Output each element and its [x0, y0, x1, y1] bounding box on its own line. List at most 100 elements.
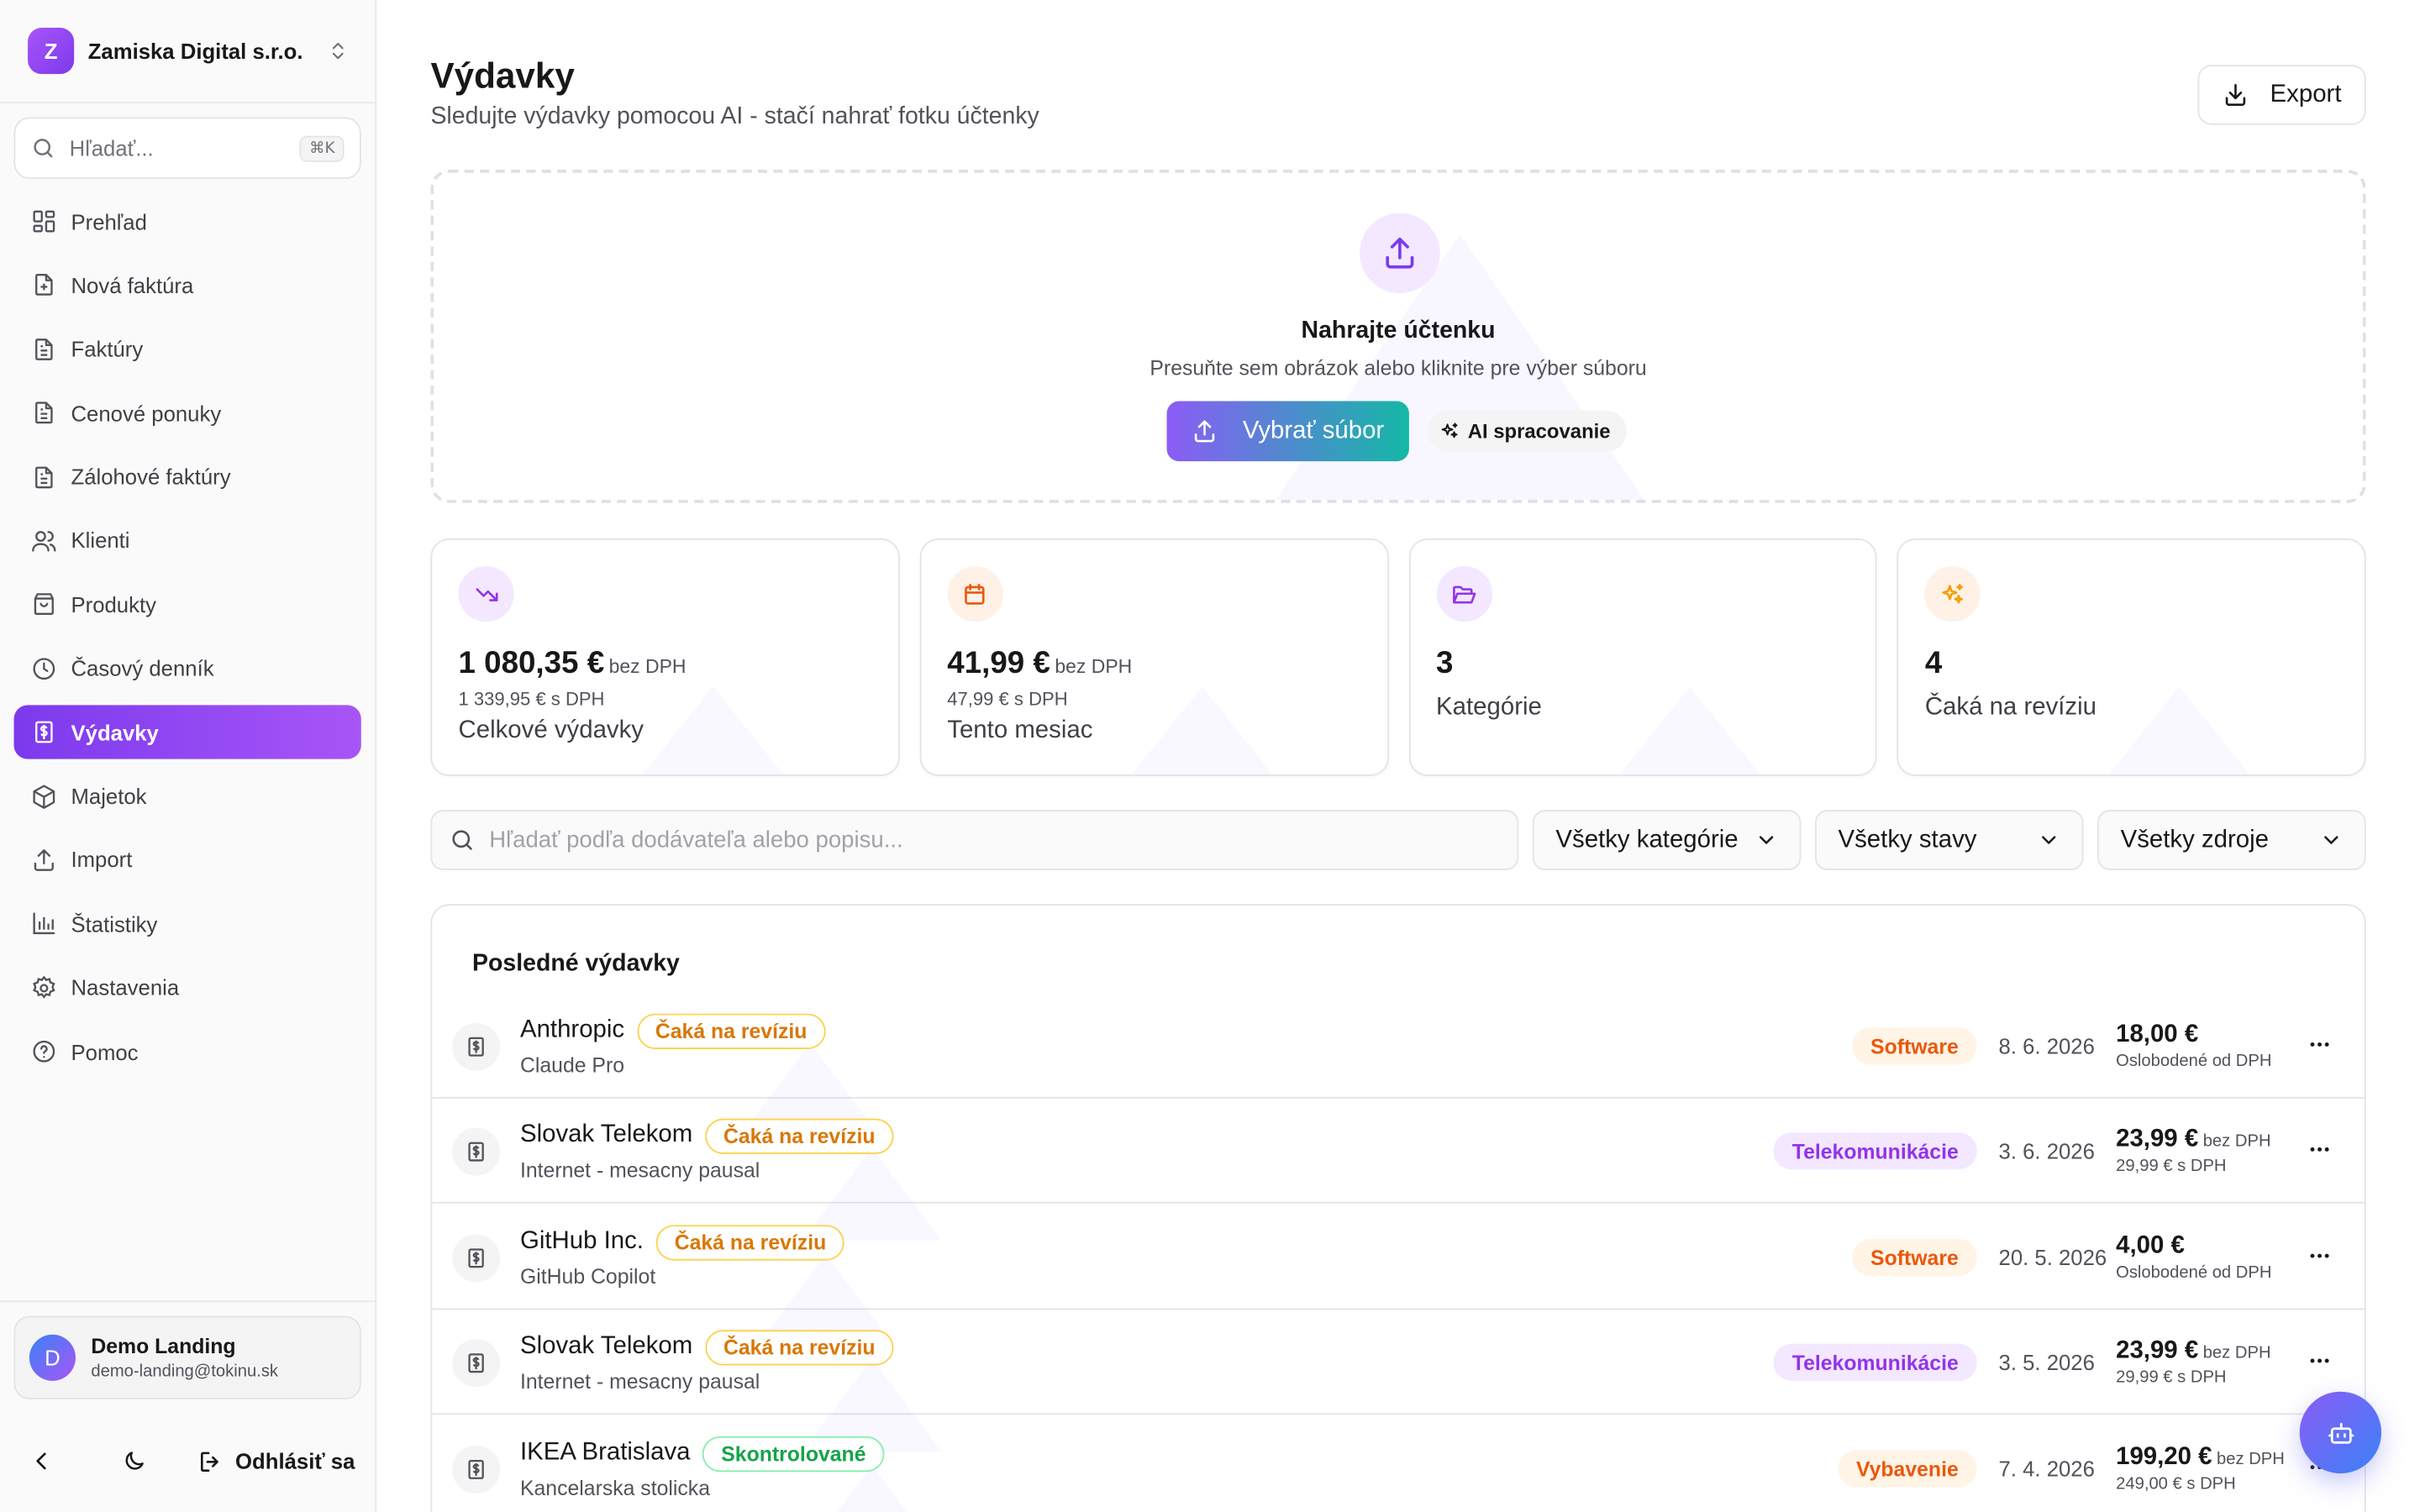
sidebar-item-label: Faktúry [71, 336, 144, 362]
search-shortcut-badge: ⌘K [300, 134, 345, 161]
stat-value: 1 080,35 € bez DPH [458, 646, 687, 680]
org-switcher[interactable]: Z Zamiska Digital s.r.o. [13, 15, 365, 86]
user-email: demo-landing@tokinu.sk [91, 1362, 279, 1381]
category-select[interactable]: Všetky kategórie [1532, 810, 1802, 870]
chevron-down-icon [1759, 836, 1774, 844]
status-select[interactable]: Všetky stavy [1814, 810, 2084, 870]
table-row[interactable]: GitHub Inc. Čaká na revíziu GitHub Copil… [432, 1205, 2365, 1347]
export-button[interactable]: Export [2197, 65, 2366, 125]
clock-icon [33, 657, 55, 680]
receipt-icon [452, 1339, 501, 1388]
expense-description: Kancelarska stolicka [519, 1476, 710, 1500]
chevrons-up-down-icon [332, 42, 344, 60]
expense-date: 8. 6. 2026 [1998, 1033, 2095, 1058]
file-text-icon [35, 338, 53, 360]
sidebar-search[interactable]: Hľadať... ⌘K [13, 117, 361, 180]
sidebar-item-majetok[interactable]: Majetok [14, 769, 361, 823]
sidebar-item-vydavky[interactable]: Výdavky [13, 705, 361, 759]
table-row[interactable]: Slovak Telekom Čaká na revíziu Internet … [432, 1310, 2365, 1452]
select-file-button[interactable]: Vybrať súbor [1166, 401, 1409, 462]
users-icon [32, 531, 56, 552]
sidebar-item-faktury[interactable]: Faktúry [14, 322, 361, 375]
receipt-icon [452, 1234, 501, 1283]
trending-down-icon [458, 566, 514, 622]
category-badge: Telekomunikácie [1773, 1343, 1977, 1381]
stat-sub: 1 339,95 € s DPH [458, 688, 605, 710]
expense-amount: 4,00 € Oslobodené od DPH [2116, 1232, 2272, 1283]
org-name: Zamiska Digital s.r.o. [87, 38, 303, 64]
expense-search-input[interactable]: Hľadať podľa dodávateľa alebo popisu... [430, 810, 1519, 870]
sidebar-item-nova-faktura[interactable]: Nová faktúra [14, 258, 361, 312]
logout-icon [201, 1451, 219, 1472]
collapse-sidebar-button[interactable] [14, 1433, 70, 1488]
download-icon [2225, 83, 2245, 106]
chevron-down-icon [2324, 836, 2338, 844]
stat-label: Kategórie [1436, 694, 1542, 721]
row-actions-button[interactable] [2302, 1132, 2336, 1166]
ai-assistant-button[interactable] [2299, 1391, 2382, 1474]
source-select[interactable]: Všetky zdroje [2097, 810, 2366, 870]
vendor-name: Anthropic [519, 1016, 625, 1043]
sidebar-item-zalohove-faktury[interactable]: Zálohové faktúry [14, 450, 361, 504]
vendor-name: GitHub Inc. [519, 1228, 644, 1255]
help-circle-icon [33, 1040, 55, 1063]
table-row[interactable]: Anthropic Čaká na revíziu Claude Pro Sof… [432, 994, 2365, 1136]
expense-date: 3. 6. 2026 [1998, 1138, 2095, 1163]
row-actions-button[interactable] [2302, 1344, 2336, 1378]
chevron-left-icon [36, 1452, 46, 1470]
receipt-dropzone[interactable]: Nahrajte účtenku Presuňte sem obrázok al… [430, 170, 2366, 503]
row-actions-button[interactable] [2302, 1027, 2336, 1061]
stat-value: 4 [1924, 646, 1943, 680]
status-badge: Čaká na revíziu [636, 1012, 826, 1049]
expense-description: Internet - mesacny pausal [519, 1158, 760, 1182]
sidebar-item-produkty[interactable]: Produkty [14, 578, 361, 632]
sidebar-item-label: Import [71, 848, 133, 873]
logout-button[interactable]: Odhlásiť sa [198, 1448, 361, 1474]
stats-row: 1 080,35 € bez DPH 1 339,95 € s DPH Celko… [430, 538, 2366, 776]
vendor-name: Slovak Telekom [519, 1121, 693, 1148]
sidebar-item-statistiky[interactable]: Štatistiky [14, 897, 361, 951]
sidebar-item-nastavenia[interactable]: Nastavenia [14, 961, 361, 1015]
gear-icon [33, 974, 55, 999]
ai-processing-badge: AI spracovanie [1427, 410, 1626, 453]
sidebar: Z Zamiska Digital s.r.o. Hľadať... ⌘K Pr… [0, 0, 377, 1512]
sidebar-item-klienti[interactable]: Klienti [14, 514, 361, 568]
search-icon [452, 830, 472, 850]
receipt-icon [452, 1022, 501, 1071]
sidebar-item-cenove-ponuky[interactable]: Cenové ponuky [14, 386, 361, 439]
bot-icon [2328, 1421, 2354, 1443]
stat-value: 3 [1436, 646, 1454, 680]
expenses-list: Posledné výdavky Anthropic Čaká na revíz… [430, 904, 2366, 1512]
sidebar-nav: Prehľad Nová faktúra Faktúry Cenové ponu… [13, 194, 361, 1088]
expense-amount: 23,99 € bez DPH 29,99 € s DPH [2116, 1126, 2271, 1176]
user-card[interactable]: D Demo Landing demo-landing@tokinu.sk [13, 1315, 361, 1399]
logout-label: Odhlásiť sa [235, 1448, 355, 1474]
theme-toggle-button[interactable] [106, 1433, 161, 1488]
row-actions-button[interactable] [2302, 1239, 2336, 1273]
expense-description: GitHub Copilot [519, 1265, 656, 1289]
table-row[interactable]: IKEA Bratislava Skontrolované Kancelarsk… [432, 1416, 2365, 1512]
sidebar-item-label: Časový denník [71, 656, 214, 681]
sidebar-item-casovy-dennik[interactable]: Časový denník [14, 642, 361, 696]
category-badge: Telekomunikácie [1773, 1132, 1977, 1170]
moon-icon [125, 1452, 144, 1470]
sidebar-item-prehlad[interactable]: Prehľad [14, 194, 361, 248]
page-title: Výdavky [430, 55, 575, 96]
box-icon [33, 784, 55, 808]
decorative-shape [1566, 686, 1814, 775]
sidebar-item-pomoc[interactable]: Pomoc [14, 1025, 361, 1079]
receipt-icon [35, 721, 53, 743]
calendar-icon [947, 566, 1003, 622]
sidebar-item-import[interactable]: Import [14, 833, 361, 887]
divider [0, 1300, 377, 1303]
category-select-value: Všetky kategórie [1555, 826, 1739, 853]
user-name: Demo Landing [91, 1334, 236, 1358]
expense-amount: 23,99 € bez DPH 29,99 € s DPH [2116, 1337, 2271, 1388]
filters-bar: Hľadať podľa dodávateľa alebo popisu... … [430, 810, 2366, 870]
sidebar-item-label: Nastavenia [71, 975, 180, 1000]
table-row[interactable]: Slovak Telekom Čaká na revíziu Internet … [432, 1099, 2365, 1241]
file-plus-icon [35, 274, 53, 297]
export-label: Export [2270, 81, 2342, 108]
file-text-icon [35, 402, 53, 424]
avatar: D [29, 1334, 76, 1381]
